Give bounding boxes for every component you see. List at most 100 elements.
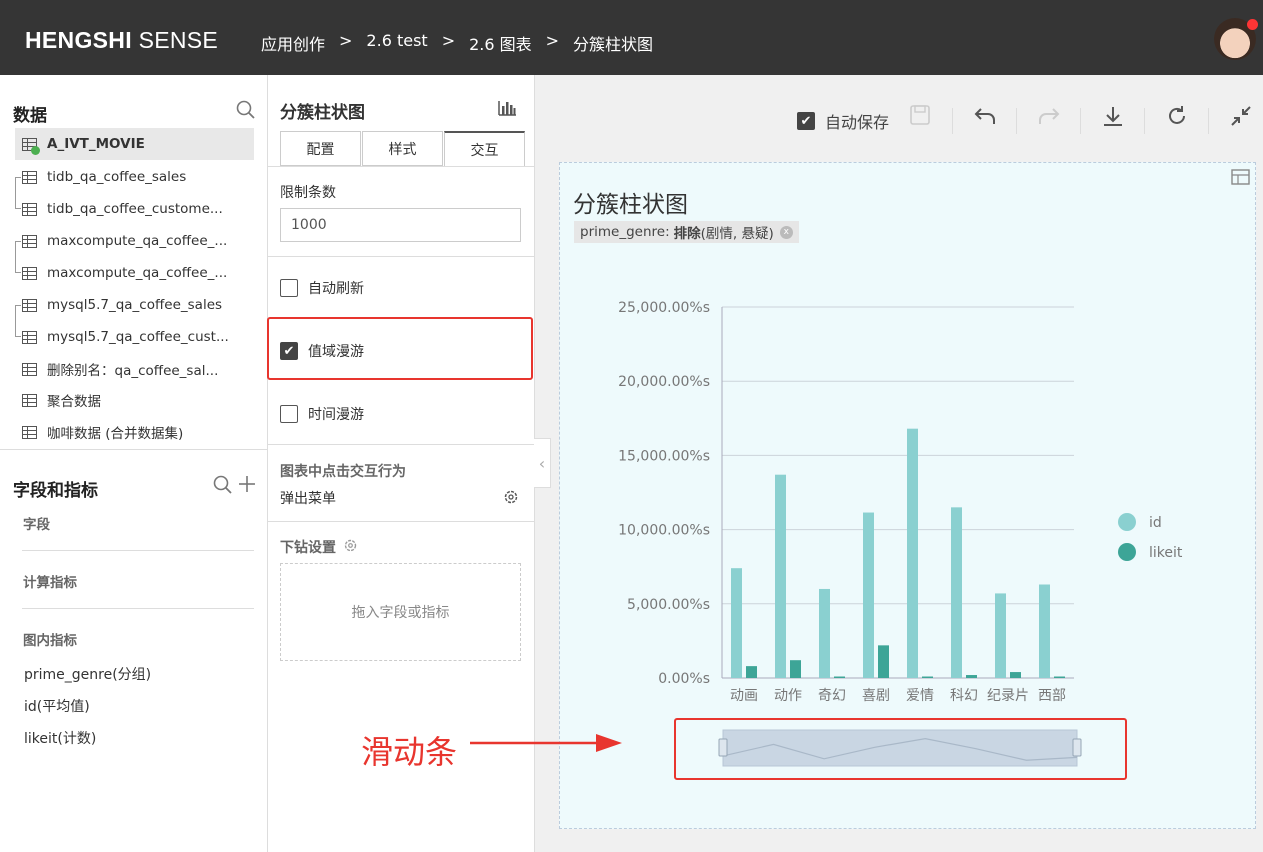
config-panel-title: 分簇柱状图 — [280, 103, 365, 123]
checkbox-label: 时间漫游 — [308, 407, 364, 423]
toolbar-divider — [1208, 108, 1209, 134]
config-tabs: 配置 样式 交互 — [280, 131, 526, 166]
dataset-item[interactable]: 咖啡数据 (合并数据集) — [22, 416, 254, 448]
drill-drop-zone[interactable]: 拖入字段或指标 — [280, 563, 521, 661]
gear-icon[interactable] — [503, 489, 519, 505]
bar-id[interactable] — [775, 474, 786, 678]
tab-interaction[interactable]: 交互 — [444, 131, 525, 166]
chart-title: 分簇柱状图 — [573, 192, 688, 218]
checkbox-label: 自动刷新 — [308, 281, 364, 297]
table-icon — [22, 393, 37, 407]
inchart-item[interactable]: id(平均值) — [24, 696, 90, 716]
autosave-label: 自动保存 — [825, 113, 890, 132]
filter-values: (剧情, 悬疑) — [700, 226, 774, 242]
x-tick-label: 动作 — [774, 688, 802, 704]
toolbar-divider — [1080, 108, 1081, 134]
table-icon — [22, 137, 40, 155]
dataset-link-line — [15, 241, 21, 273]
annotation-arrow-icon — [470, 734, 622, 752]
table-icon — [22, 425, 37, 439]
legend-label[interactable]: id — [1149, 515, 1162, 531]
bar-likeit[interactable] — [834, 676, 845, 678]
dataset-item[interactable]: maxcompute_qa_coffee_... — [22, 257, 254, 289]
dataset-item[interactable]: tidb_qa_coffee_custome... — [22, 193, 254, 225]
bar-id[interactable] — [951, 507, 962, 678]
table-icon — [22, 330, 37, 344]
calc-metrics-header[interactable]: 计算指标 — [23, 571, 77, 591]
inchart-item[interactable]: likeit(计数) — [24, 728, 96, 748]
bar-id[interactable] — [907, 428, 918, 678]
dataset-item[interactable]: mysql5.7_qa_coffee_sales — [22, 289, 254, 321]
click-action-value[interactable]: 弹出菜单 — [280, 488, 336, 508]
search-icon[interactable] — [213, 475, 233, 495]
dataset-link-line — [15, 177, 21, 209]
tab-style[interactable]: 样式 — [362, 131, 443, 166]
bar-chart-icon[interactable] — [497, 99, 517, 117]
dataset-label: maxcompute_qa_coffee_... — [47, 265, 228, 281]
notification-dot — [1247, 19, 1258, 30]
click-action-label: 图表中点击交互行为 — [280, 464, 406, 480]
breadcrumb-project[interactable]: 2.6 test — [366, 31, 427, 55]
undo-icon[interactable] — [973, 104, 997, 128]
limit-input[interactable]: 1000 — [280, 208, 521, 242]
dataset-item[interactable]: maxcompute_qa_coffee_... — [22, 225, 254, 257]
app-logo[interactable]: HENGSHI SENSE — [25, 27, 218, 54]
bar-likeit[interactable] — [1010, 672, 1021, 678]
dataset-label: tidb_qa_coffee_sales — [47, 169, 187, 185]
dataset-item[interactable]: A_IVT_MOVIE — [15, 128, 254, 160]
bar-id[interactable] — [863, 512, 874, 678]
breadcrumb-dashboard[interactable]: 2.6 图表 — [469, 31, 532, 55]
save-icon[interactable] — [909, 104, 931, 126]
close-icon[interactable]: x — [779, 225, 793, 239]
redo-icon[interactable] — [1037, 104, 1061, 128]
filter-field: prime_genre: — [580, 224, 670, 240]
dataset-label: A_IVT_MOVIE — [47, 136, 145, 152]
inchart-metrics-header[interactable]: 图内指标 — [23, 629, 77, 649]
bar-likeit[interactable] — [1054, 676, 1065, 678]
section-divider — [22, 550, 254, 551]
bar-id[interactable] — [819, 588, 830, 678]
fields-header[interactable]: 字段 — [23, 513, 50, 533]
bar-likeit[interactable] — [966, 675, 977, 678]
inchart-item[interactable]: prime_genre(分组) — [24, 664, 151, 684]
refresh-icon[interactable] — [1165, 104, 1189, 128]
x-tick-label: 奇幻 — [818, 687, 846, 704]
bar-likeit[interactable] — [746, 666, 757, 678]
dataset-label: mysql5.7_qa_coffee_cust... — [47, 329, 229, 345]
x-tick-label: 爱情 — [906, 688, 934, 704]
collapse-panel-chevron-icon[interactable]: ‹ — [534, 438, 551, 488]
dataset-item[interactable]: 聚合数据 — [22, 384, 254, 416]
bar-likeit[interactable] — [878, 645, 889, 678]
y-tick-label: 0.00%s — [658, 671, 710, 687]
table-icon — [22, 202, 37, 216]
section-divider — [268, 521, 534, 522]
filter-tag[interactable]: prime_genre: 排除 (剧情, 悬疑) x — [574, 221, 799, 243]
dataset-item[interactable]: 删除别名：qa_coffee_sal... — [22, 353, 254, 385]
table-icon — [22, 170, 37, 184]
search-icon[interactable] — [236, 100, 256, 120]
tab-config[interactable]: 配置 — [280, 131, 361, 166]
collapse-view-icon[interactable] — [1229, 104, 1253, 128]
logo-rest-text: SENSE — [131, 27, 219, 53]
gear-icon[interactable] — [343, 538, 358, 553]
breadcrumb-app[interactable]: 应用创作 — [261, 31, 325, 55]
x-tick-label: 西部 — [1038, 688, 1066, 704]
bar-id[interactable] — [731, 568, 742, 678]
auto-refresh-checkbox[interactable]: 自动刷新 — [280, 278, 364, 298]
dataset-item[interactable]: mysql5.7_qa_coffee_cust... — [22, 321, 254, 353]
limit-label: 限制条数 — [280, 185, 336, 201]
bar-id[interactable] — [1039, 584, 1050, 678]
legend-marker[interactable] — [1118, 543, 1136, 561]
dataset-item[interactable]: tidb_qa_coffee_sales — [22, 161, 254, 193]
legend-marker[interactable] — [1118, 513, 1136, 531]
table-view-icon[interactable] — [1230, 167, 1252, 189]
bar-likeit[interactable] — [922, 676, 933, 678]
add-icon[interactable] — [238, 475, 256, 493]
time-roam-checkbox[interactable]: 时间漫游 — [280, 404, 364, 424]
download-icon[interactable] — [1101, 104, 1125, 128]
table-icon — [22, 362, 37, 376]
legend-label[interactable]: likeit — [1149, 545, 1183, 561]
bar-id[interactable] — [995, 593, 1006, 678]
bar-likeit[interactable] — [790, 660, 801, 678]
autosave-checkmark-icon[interactable]: ✔ — [797, 112, 815, 130]
